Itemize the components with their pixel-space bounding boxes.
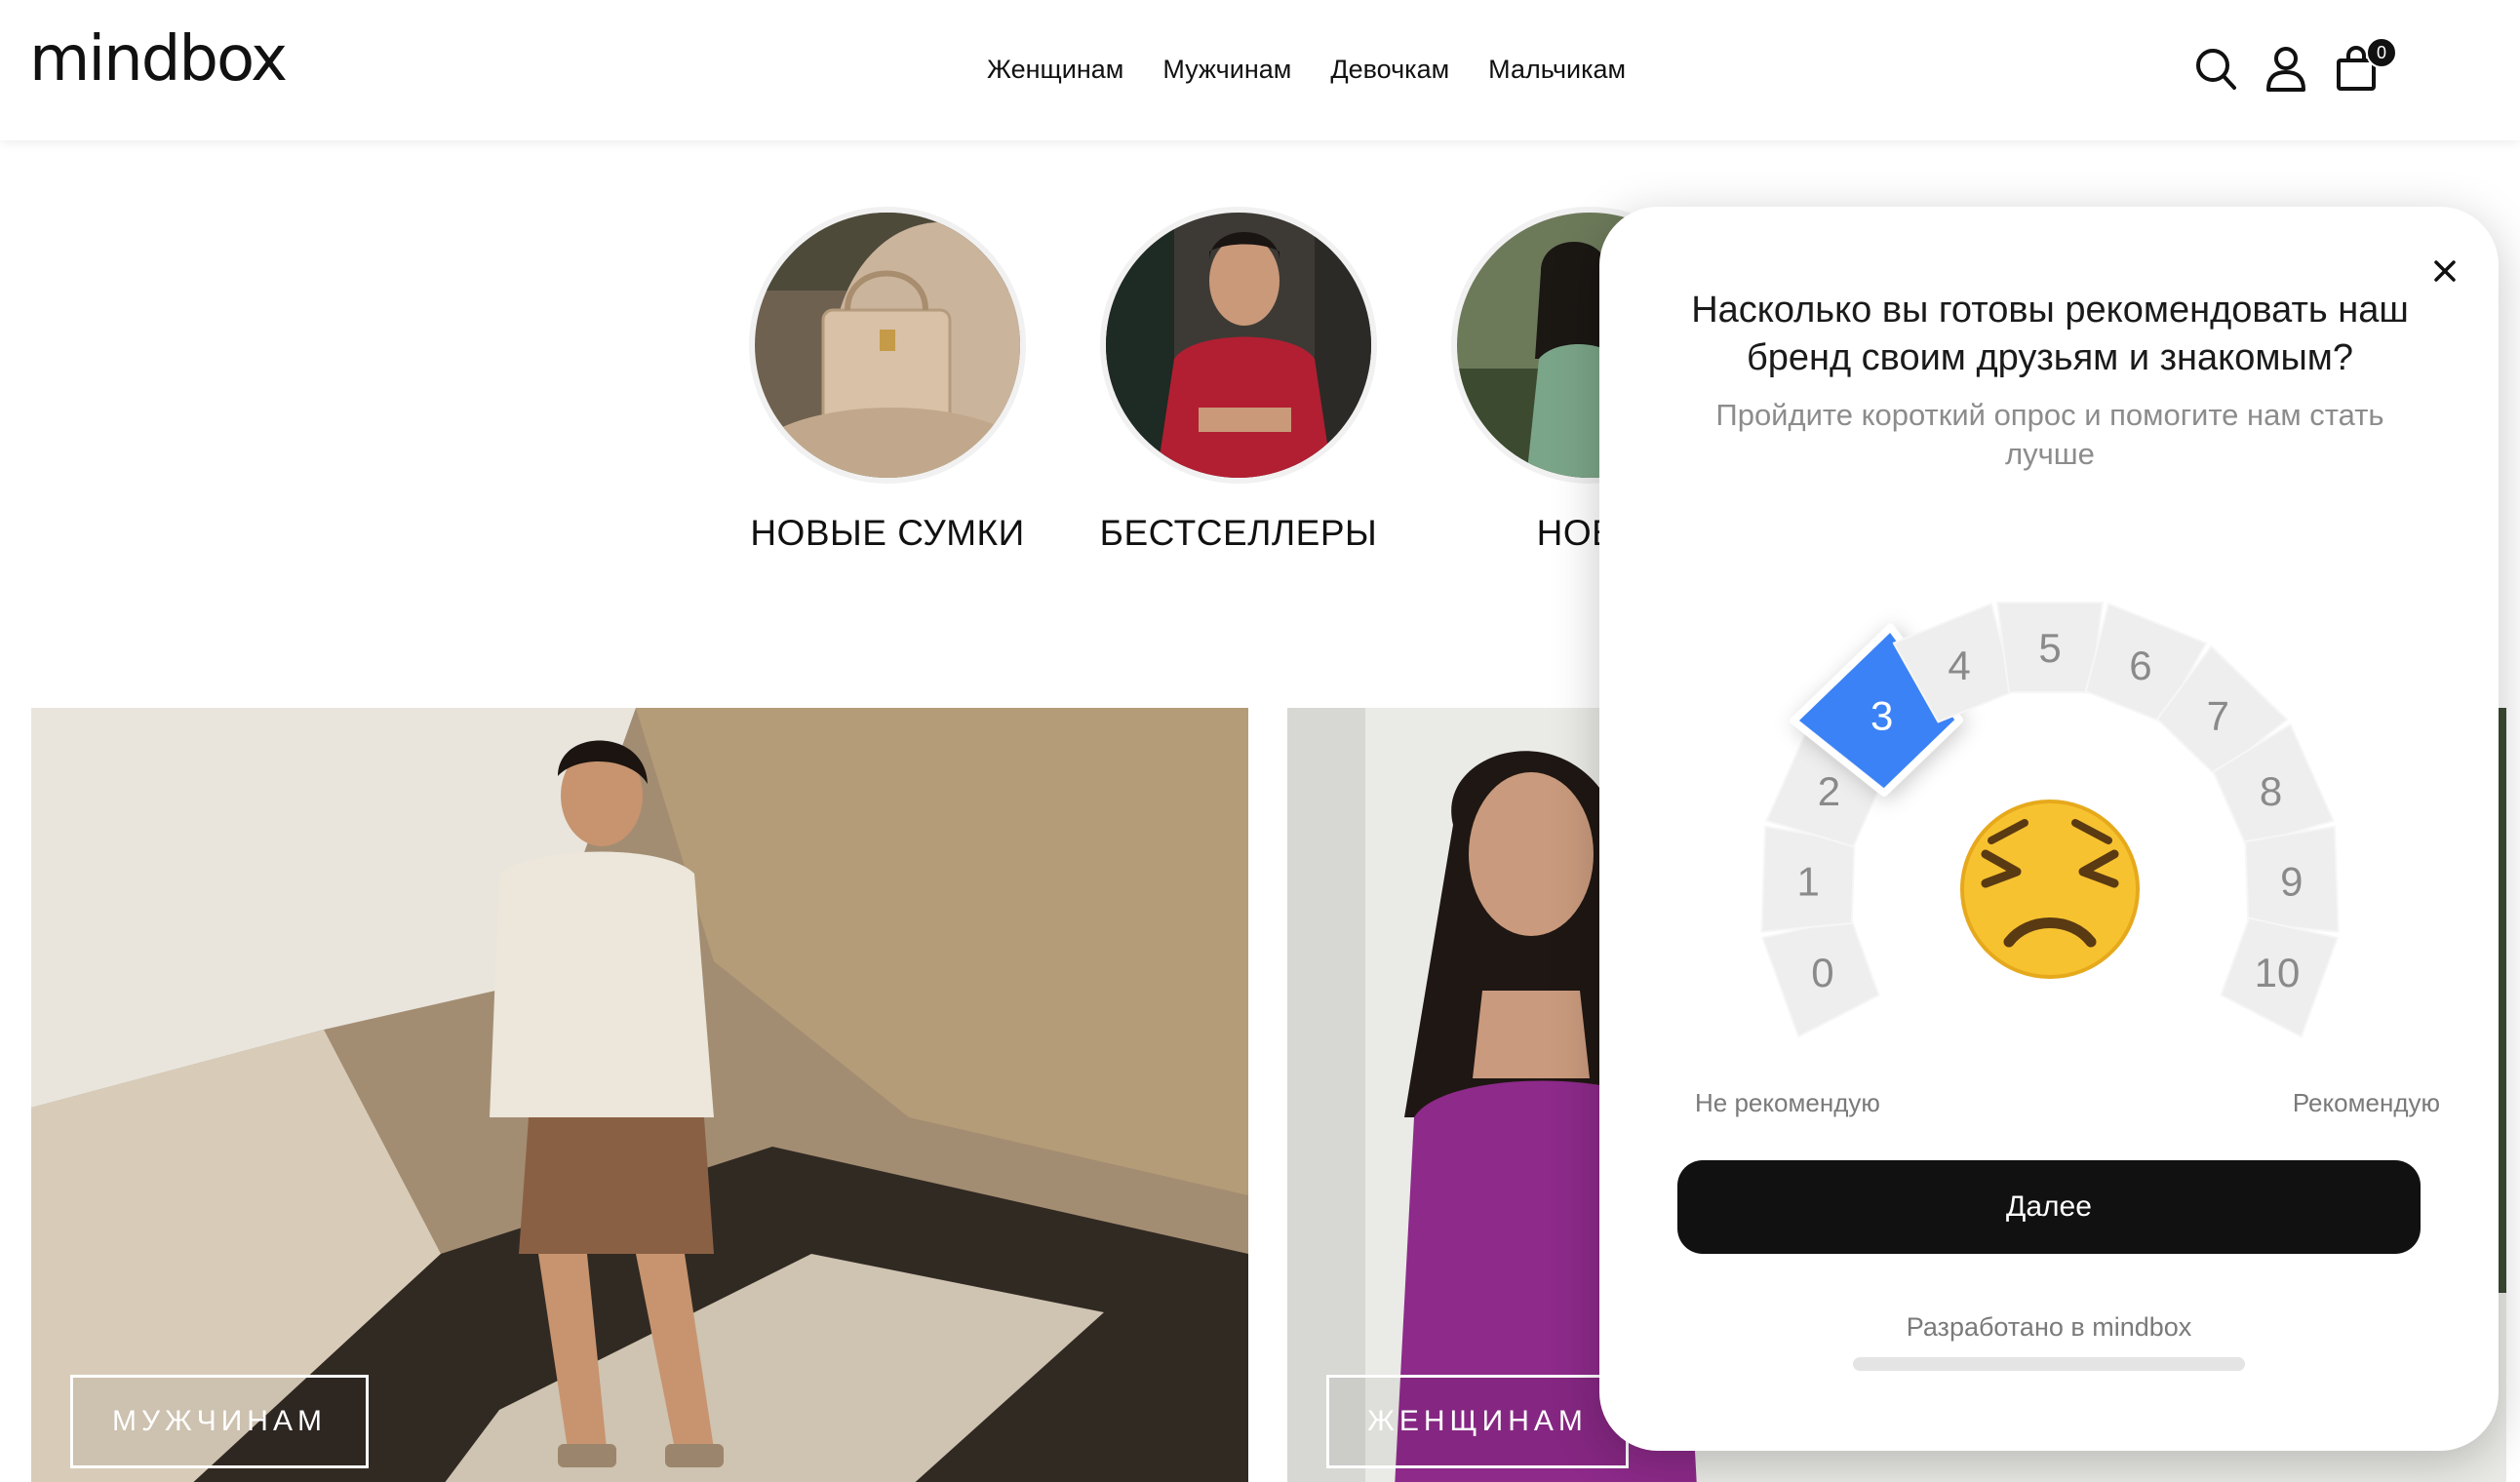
- user-icon[interactable]: [2264, 45, 2307, 92]
- cart-button[interactable]: 0: [2335, 37, 2397, 92]
- nav-boys[interactable]: Мальчикам: [1488, 55, 1626, 85]
- low-label: Не рекомендую: [1695, 1088, 1880, 1117]
- header-icons: 0: [2194, 37, 2397, 92]
- nps-survey-popup: Насколько вы готовы рекомендовать наш бр…: [1599, 207, 2499, 1451]
- page: mindbox Женщинам Мужчинам Девочкам Мальч…: [0, 0, 2520, 1482]
- banner-women-button[interactable]: ЖЕНЩИНАМ: [1326, 1375, 1629, 1468]
- nps-option-label: 2: [1818, 768, 1840, 814]
- nps-option-label: 8: [2260, 768, 2282, 814]
- persevering-face-icon: [1960, 800, 2140, 979]
- nps-rating-dial: 01234 5 678910: [1760, 602, 2340, 1038]
- category-label: БЕСТСЕЛЛЕРЫ: [1099, 513, 1378, 553]
- powered-by[interactable]: Разработано в mindbox: [1599, 1312, 2499, 1343]
- main-nav: Женщинам Мужчинам Девочкам Мальчикам: [987, 55, 1626, 85]
- nps-option-label: 5: [2038, 625, 2061, 671]
- survey-progress-bar: [1853, 1357, 2245, 1371]
- nps-option-label: 7: [2207, 693, 2229, 739]
- category-image: [749, 207, 1026, 484]
- nps-option-label: 0: [1811, 950, 1833, 995]
- survey-title: Насколько вы готовы рекомендовать наш бр…: [1691, 290, 2409, 378]
- nps-option-label: 6: [2129, 643, 2151, 688]
- category-label: НОВЫЕ СУМКИ: [750, 513, 1025, 553]
- site-header: mindbox Женщинам Мужчинам Девочкам Мальч…: [0, 0, 2520, 140]
- high-label: Рекомендую: [2292, 1088, 2440, 1117]
- category-bestsellers[interactable]: БЕСТСЕЛЛЕРЫ: [1092, 207, 1385, 554]
- category-image: [1100, 207, 1377, 484]
- nps-option-label: 4: [1948, 643, 1970, 688]
- nav-girls[interactable]: Девочкам: [1330, 55, 1449, 85]
- nps-option-label: 3: [1870, 693, 1893, 739]
- banner-men[interactable]: МУЖЧИНАМ: [31, 708, 1248, 1482]
- nps-option-label: 9: [2280, 858, 2303, 904]
- logo[interactable]: mindbox: [29, 23, 288, 96]
- search-icon[interactable]: [2194, 45, 2237, 92]
- nps-option-label: 1: [1796, 858, 1819, 904]
- scale-labels: Не рекомендую Рекомендую: [1695, 1088, 2440, 1118]
- cart-count-badge: 0: [2366, 37, 2397, 68]
- nav-men[interactable]: Мужчинам: [1162, 55, 1291, 85]
- banner-men-button[interactable]: МУЖЧИНАМ: [70, 1375, 369, 1468]
- next-button[interactable]: Далее: [1677, 1160, 2421, 1254]
- survey-subtitle: Пройдите короткий опрос и помогите нам с…: [1715, 398, 2384, 471]
- nav-women[interactable]: Женщинам: [987, 55, 1123, 85]
- banner-men-image: [31, 708, 1248, 1482]
- nps-option-label: 10: [2255, 950, 2301, 995]
- category-new-bags[interactable]: НОВЫЕ СУМКИ: [741, 207, 1034, 554]
